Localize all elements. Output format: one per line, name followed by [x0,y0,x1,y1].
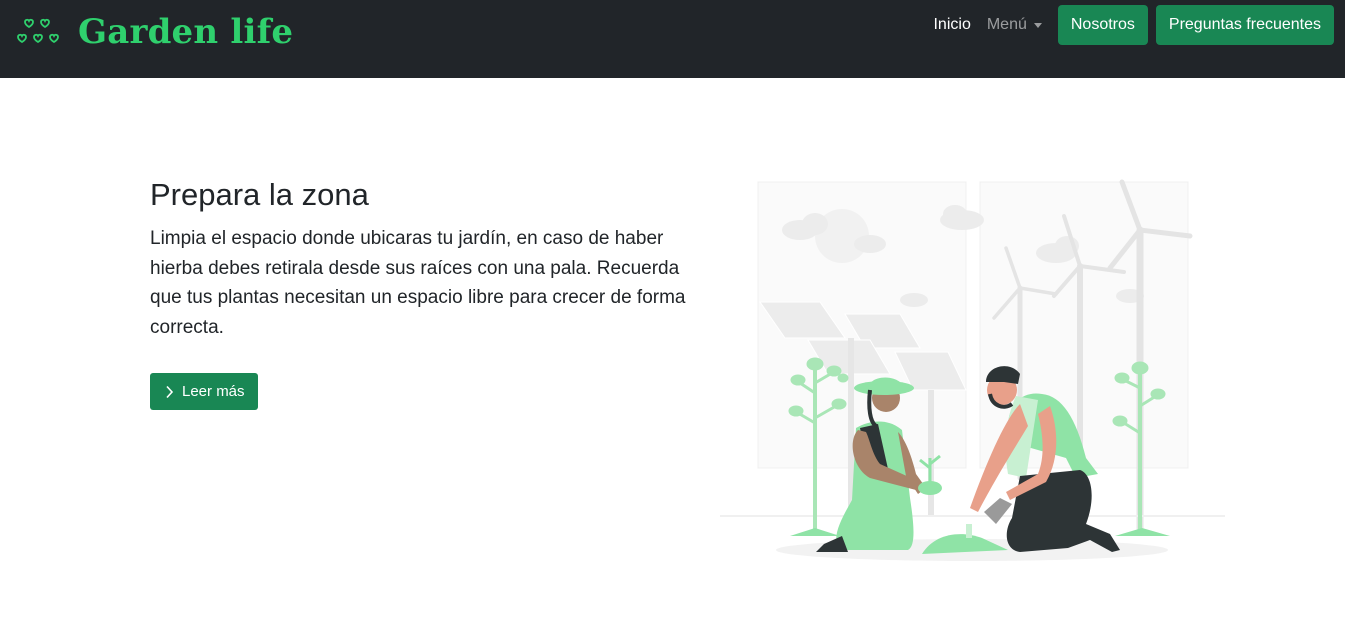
nav-menu: Inicio Menú Nosotros Preguntas frecuente… [925,5,1334,45]
chevron-right-icon [166,385,174,398]
nav-dropdown-menu[interactable]: Menú [979,5,1050,45]
navbar: Garden life Inicio Menú Nosotros Pregunt… [0,0,1345,78]
read-more-label: Leer más [182,383,245,400]
read-more-button[interactable]: Leer más [150,373,258,410]
nav-dropdown-label: Menú [986,16,1027,33]
caret-down-icon [1033,22,1042,28]
gardening-illustration [720,179,1225,561]
brand-name: Garden life [78,12,294,52]
hearts-icon [17,18,59,44]
hero-title: Prepara la zona [150,177,369,212]
brand-link[interactable]: Garden life [16,12,293,52]
nav-button-faq[interactable]: Preguntas frecuentes [1155,5,1334,45]
hero-text: Limpia el espacio donde ubicaras tu jard… [150,228,686,338]
nav-link-home[interactable]: Inicio [925,5,978,45]
nav-button-about[interactable]: Nosotros [1057,5,1148,45]
